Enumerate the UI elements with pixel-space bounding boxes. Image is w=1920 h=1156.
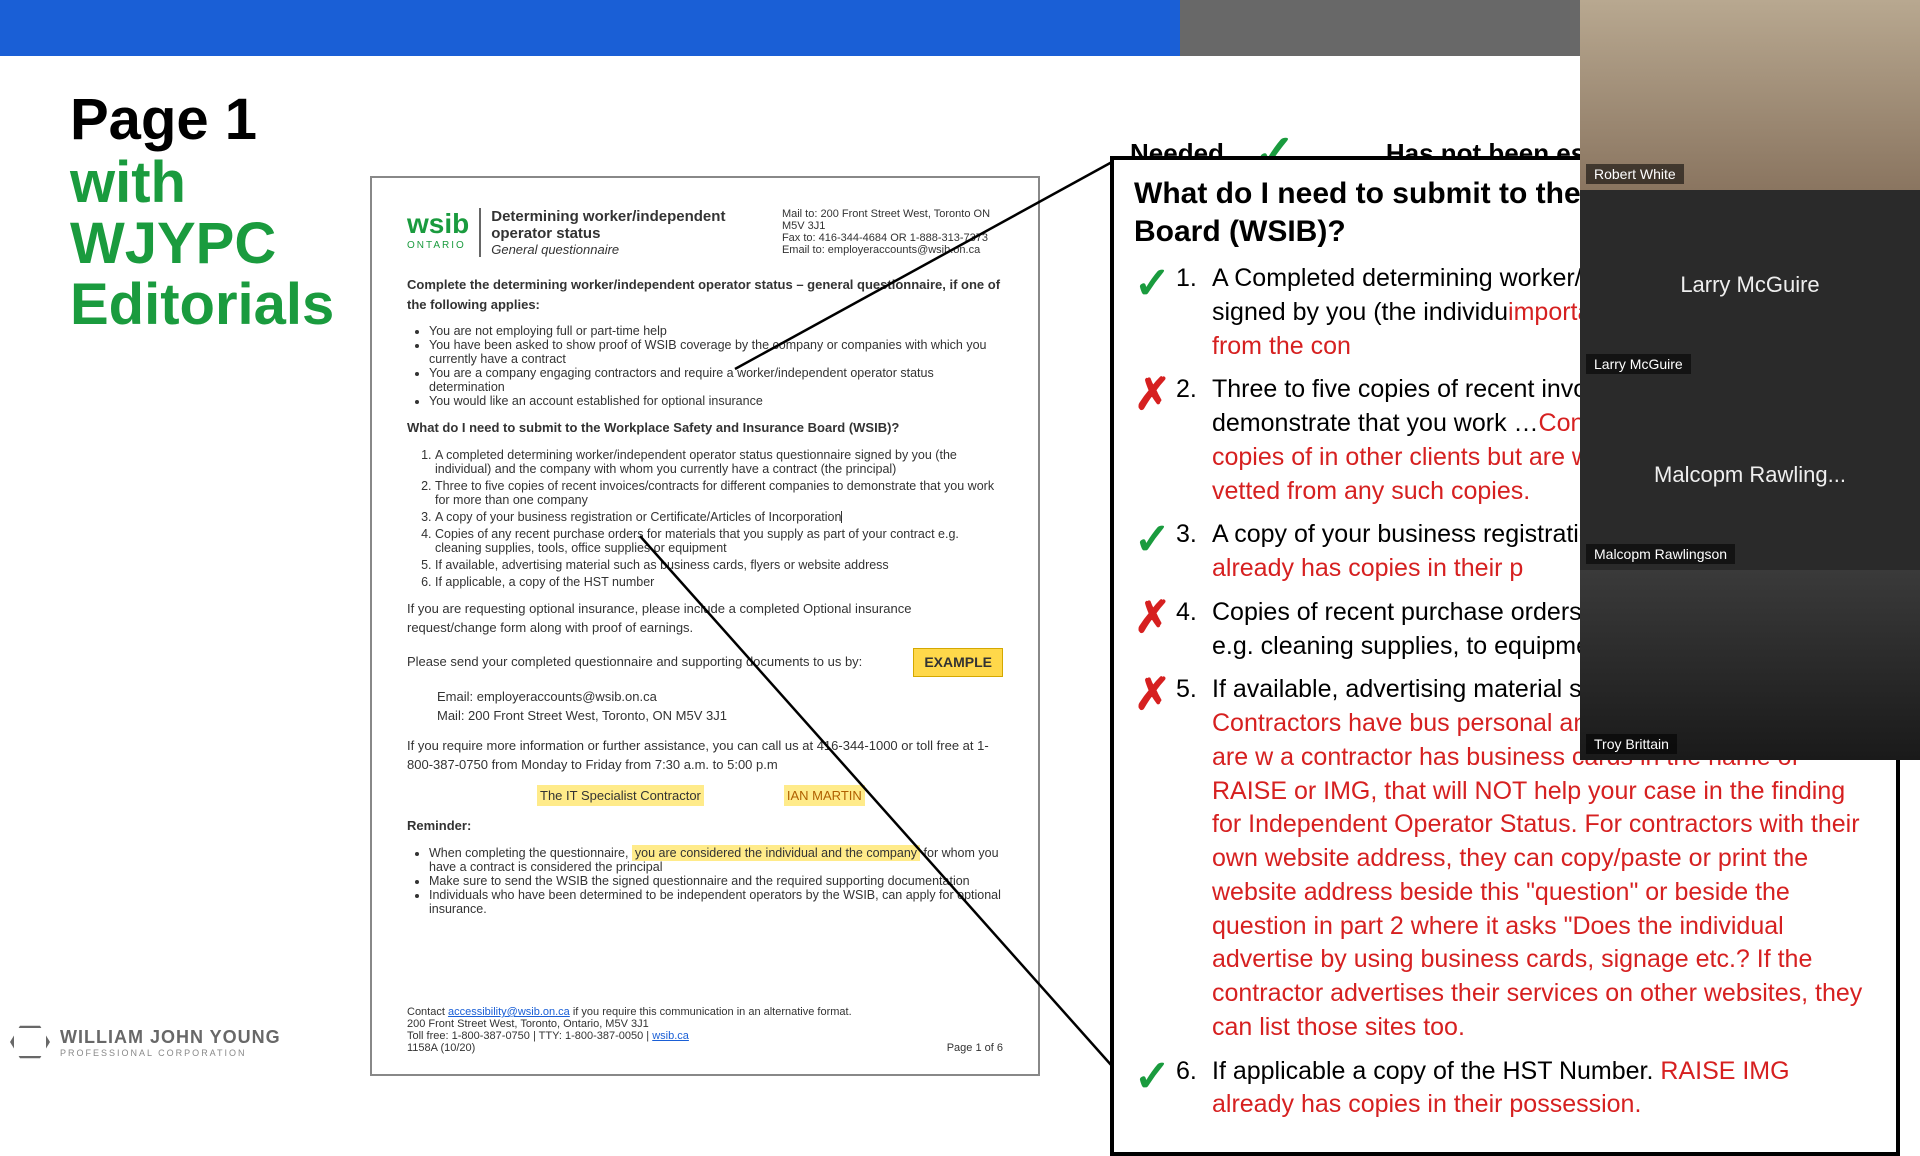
company-logo: WILLIAM JOHN YOUNG PROFESSIONAL CORPORAT… <box>10 1024 281 1060</box>
accessibility-link[interactable]: accessibility@wsib.on.ca <box>448 1006 570 1018</box>
participant-name-label: Malcopm Rawlingson <box>1586 544 1735 564</box>
document-preview: wsib ONTARIO Determining worker/independ… <box>370 176 1040 1076</box>
doc-q-heading: What do I need to submit to the Workplac… <box>407 418 1003 438</box>
title-line1: Page 1 <box>70 86 334 153</box>
zoom-item-number: 3. <box>1176 518 1212 586</box>
doc-optional: If you are requesting optional insurance… <box>407 599 1003 638</box>
check-icon: ✓ <box>1134 1047 1176 1123</box>
doc-bullet: You are not employing full or part-time … <box>429 324 1003 338</box>
doc-subtitle: General questionnaire <box>491 242 782 257</box>
zoom-item-number: 1. <box>1176 262 1212 363</box>
wsib-link[interactable]: wsib.ca <box>652 1030 689 1042</box>
doc-bullets: You are not employing full or part-time … <box>429 324 1003 408</box>
participants-panel: Robert White Larry McGuire Larry McGuire… <box>1580 0 1920 760</box>
it-specialist-highlight: The IT Specialist Contractor <box>537 785 704 807</box>
reminder-list: When completing the questionnaire, you a… <box>429 846 1003 916</box>
doc-email-line: Email: employeraccounts@wsib.on.ca <box>437 687 1003 707</box>
participant-name-label: Troy Brittain <box>1586 734 1677 754</box>
hexagon-icon <box>10 1024 50 1060</box>
x-icon: ✗ <box>1134 365 1176 508</box>
doc-q-item: Three to five copies of recent invoices/… <box>435 479 1003 507</box>
slide-content: Page 1 with WJYPC Editorials wsib ONTARI… <box>0 56 1600 1080</box>
doc-bullet: You are a company engaging contractors a… <box>429 366 1003 394</box>
doc-title: Determining worker/independent operator … <box>491 208 782 242</box>
participant-display-name: Larry McGuire <box>1680 272 1819 298</box>
ian-martin-highlight: IAN MARTIN <box>784 785 865 807</box>
check-icon: ✓ <box>1134 510 1176 586</box>
reminder-item: Individuals who have been determined to … <box>429 888 1003 916</box>
top-bar-blue <box>0 0 1180 56</box>
check-icon: ✓ <box>1134 254 1176 363</box>
doc-footer: Contact accessibility@wsib.on.ca if you … <box>407 1006 1003 1054</box>
doc-q-item: If available, advertising material such … <box>435 558 1003 572</box>
reminder-item: Make sure to send the WSIB the signed qu… <box>429 874 1003 888</box>
reminder-heading: Reminder: <box>407 816 1003 836</box>
doc-send: Please send your completed questionnaire… <box>407 652 862 672</box>
title-line2: with <box>70 153 334 214</box>
logo-text: WILLIAM JOHN YOUNG <box>60 1027 281 1048</box>
reminder-item: When completing the questionnaire, you a… <box>429 846 1003 874</box>
text-cursor <box>841 511 842 523</box>
participant-name-label: Robert White <box>1586 164 1684 184</box>
participant-tile[interactable]: Larry McGuire Larry McGuire <box>1580 190 1920 380</box>
example-badge: EXAMPLE <box>913 648 1003 677</box>
doc-form-id: 1158A (10/20) <box>407 1042 1003 1054</box>
doc-addr: 200 Front Street West, Toronto, Ontario,… <box>407 1018 1003 1030</box>
doc-bullet: You would like an account established fo… <box>429 394 1003 408</box>
doc-q-item: If applicable, a copy of the HST number <box>435 575 1003 589</box>
participant-tile[interactable]: Troy Brittain <box>1580 570 1920 760</box>
doc-fax: Fax to: 416-344-4684 OR 1-888-313-7373 <box>782 232 1003 244</box>
participant-tile[interactable]: Malcopm Rawling... Malcopm Rawlingson <box>1580 380 1920 570</box>
title-line4: Editorials <box>70 275 334 336</box>
participant-tile[interactable]: Robert White <box>1580 0 1920 190</box>
doc-q-list: A completed determining worker/independe… <box>435 448 1003 589</box>
zoom-item-text: If applicable a copy of the HST Number. … <box>1212 1055 1876 1123</box>
wsib-logo-sub: ONTARIO <box>407 240 469 251</box>
x-icon: ✗ <box>1134 665 1176 1044</box>
zoom-list-item: ✓6.If applicable a copy of the HST Numbe… <box>1134 1055 1876 1123</box>
doc-q-item: A completed determining worker/independe… <box>435 448 1003 476</box>
logo-sub: PROFESSIONAL CORPORATION <box>60 1048 281 1058</box>
doc-bullet: You have been asked to show proof of WSI… <box>429 338 1003 366</box>
x-icon: ✗ <box>1134 588 1176 664</box>
doc-q-item: A copy of your business registration or … <box>435 510 1003 524</box>
doc-mail: Mail to: 200 Front Street West, Toronto … <box>782 208 1003 232</box>
participant-name-label: Larry McGuire <box>1586 354 1691 374</box>
doc-mail-line: Mail: 200 Front Street West, Toronto, ON… <box>437 706 1003 726</box>
doc-page-num: Page 1 of 6 <box>947 1042 1003 1054</box>
zoom-item-number: 2. <box>1176 373 1212 508</box>
doc-q-item: Copies of any recent purchase orders for… <box>435 527 1003 555</box>
doc-assist: If you require more information or furth… <box>407 736 1003 775</box>
wsib-logo: wsib <box>407 208 469 240</box>
zoom-item-number: 5. <box>1176 673 1212 1044</box>
zoom-item-number: 4. <box>1176 596 1212 664</box>
slide-title: Page 1 with WJYPC Editorials <box>70 86 334 336</box>
doc-intro: Complete the determining worker/independ… <box>407 275 1003 314</box>
zoom-item-number: 6. <box>1176 1055 1212 1123</box>
participant-display-name: Malcopm Rawling... <box>1654 462 1846 488</box>
title-line3: WJYPC <box>70 214 334 275</box>
doc-email: Email to: employeraccounts@wsib.on.ca <box>782 244 1003 256</box>
